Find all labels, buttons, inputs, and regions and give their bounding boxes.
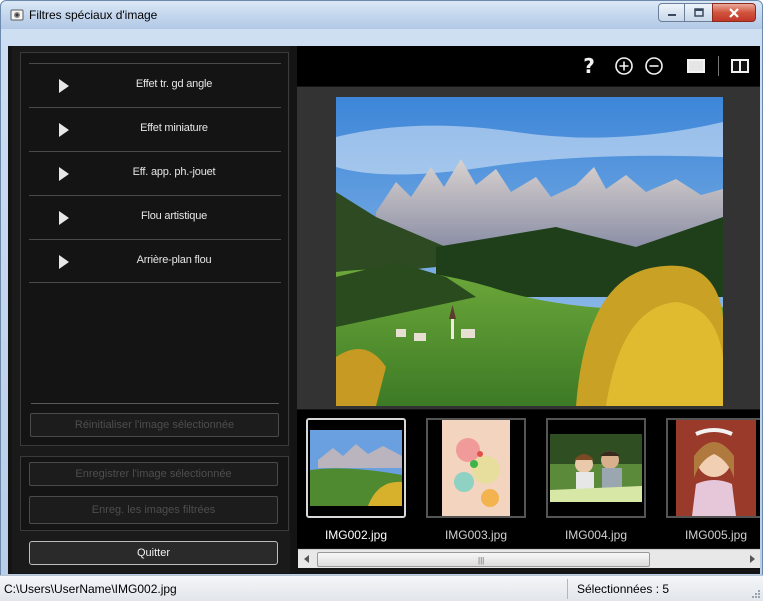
thumbnail-label: IMG002.jpg (324, 528, 388, 542)
zoom-in-icon[interactable] (613, 55, 635, 77)
filter-soft-focus[interactable]: Flou artistique (29, 195, 281, 239)
thumbnail-img005[interactable] (666, 418, 760, 518)
title-bar[interactable]: Filtres spéciaux d'image (1, 1, 762, 29)
filter-miniature[interactable]: Effet miniature (29, 107, 281, 151)
toolbar: ? (297, 46, 760, 86)
save-group: Enregistrer l'image sélectionnée Enreg. … (20, 456, 289, 531)
status-file-path: C:\Users\UserName\IMG002.jpg (4, 582, 177, 596)
full-screen-icon[interactable] (685, 55, 707, 77)
status-selected-count: Sélectionnées : 5 (577, 582, 670, 596)
grip-icon: ||| (478, 556, 485, 565)
play-arrow-icon (59, 255, 69, 269)
save-selected-button[interactable]: Enregistrer l'image sélectionnée (29, 462, 278, 486)
close-button[interactable] (712, 3, 756, 22)
caption-buttons (658, 3, 756, 22)
help-icon[interactable]: ? (578, 54, 600, 78)
filter-wide-angle[interactable]: Effet tr. gd angle (29, 63, 281, 107)
thumbnail-label: IMG004.jpg (564, 528, 628, 542)
thumbnail-img003[interactable] (426, 418, 526, 518)
divider (31, 403, 279, 404)
minimize-icon (667, 13, 676, 16)
thumbnail-img002[interactable] (306, 418, 406, 518)
compare-view-icon[interactable] (729, 55, 751, 77)
play-arrow-icon (59, 167, 69, 181)
preview-image (336, 97, 723, 406)
filter-label: Effet tr. gd angle (135, 78, 213, 90)
play-arrow-icon (59, 123, 69, 137)
reset-image-button[interactable]: Réinitialiser l'image sélectionnée (30, 413, 279, 437)
play-arrow-icon (59, 79, 69, 93)
thumbnail-strip: IMG002.jpg IMG003.jpg IMG004.jpg IMG005.… (297, 410, 760, 548)
scrollbar-thumb[interactable]: ||| (317, 552, 650, 567)
save-filtered-button[interactable]: Enreg. les images filtrées (29, 496, 278, 524)
filter-blur-background[interactable]: Arrière-plan flou (29, 239, 281, 283)
app-icon (10, 9, 24, 21)
filter-label: Eff. app. ph.-jouet (132, 166, 216, 178)
filter-label: Flou artistique (140, 210, 208, 222)
close-icon (729, 7, 739, 18)
thumbnail-label: IMG003.jpg (444, 528, 508, 542)
filter-label: Effet miniature (140, 122, 208, 134)
scroll-right-icon[interactable] (750, 555, 755, 563)
toolbar-divider (718, 56, 719, 76)
thumbnail-label: IMG005.jpg (684, 528, 748, 542)
window-title: Filtres spéciaux d'image (29, 8, 158, 22)
scroll-left-icon[interactable] (304, 555, 309, 563)
zoom-out-icon[interactable] (643, 55, 665, 77)
maximize-icon (693, 8, 704, 17)
filter-label: Arrière-plan flou (136, 254, 212, 266)
quit-button[interactable]: Quitter (29, 541, 278, 565)
status-bar: C:\Users\UserName\IMG002.jpg Sélectionné… (0, 575, 763, 601)
play-arrow-icon (59, 211, 69, 225)
thumbnail-img004[interactable] (546, 418, 646, 518)
resize-grip-icon[interactable] (751, 589, 761, 599)
status-divider (567, 579, 568, 599)
horizontal-scrollbar[interactable]: ||| (298, 549, 760, 568)
minimize-button[interactable] (658, 3, 685, 22)
filter-toy-camera[interactable]: Eff. app. ph.-jouet (29, 151, 281, 195)
maximize-button[interactable] (684, 3, 713, 22)
filter-list: Effet tr. gd angle Effet miniature Eff. … (20, 52, 289, 446)
